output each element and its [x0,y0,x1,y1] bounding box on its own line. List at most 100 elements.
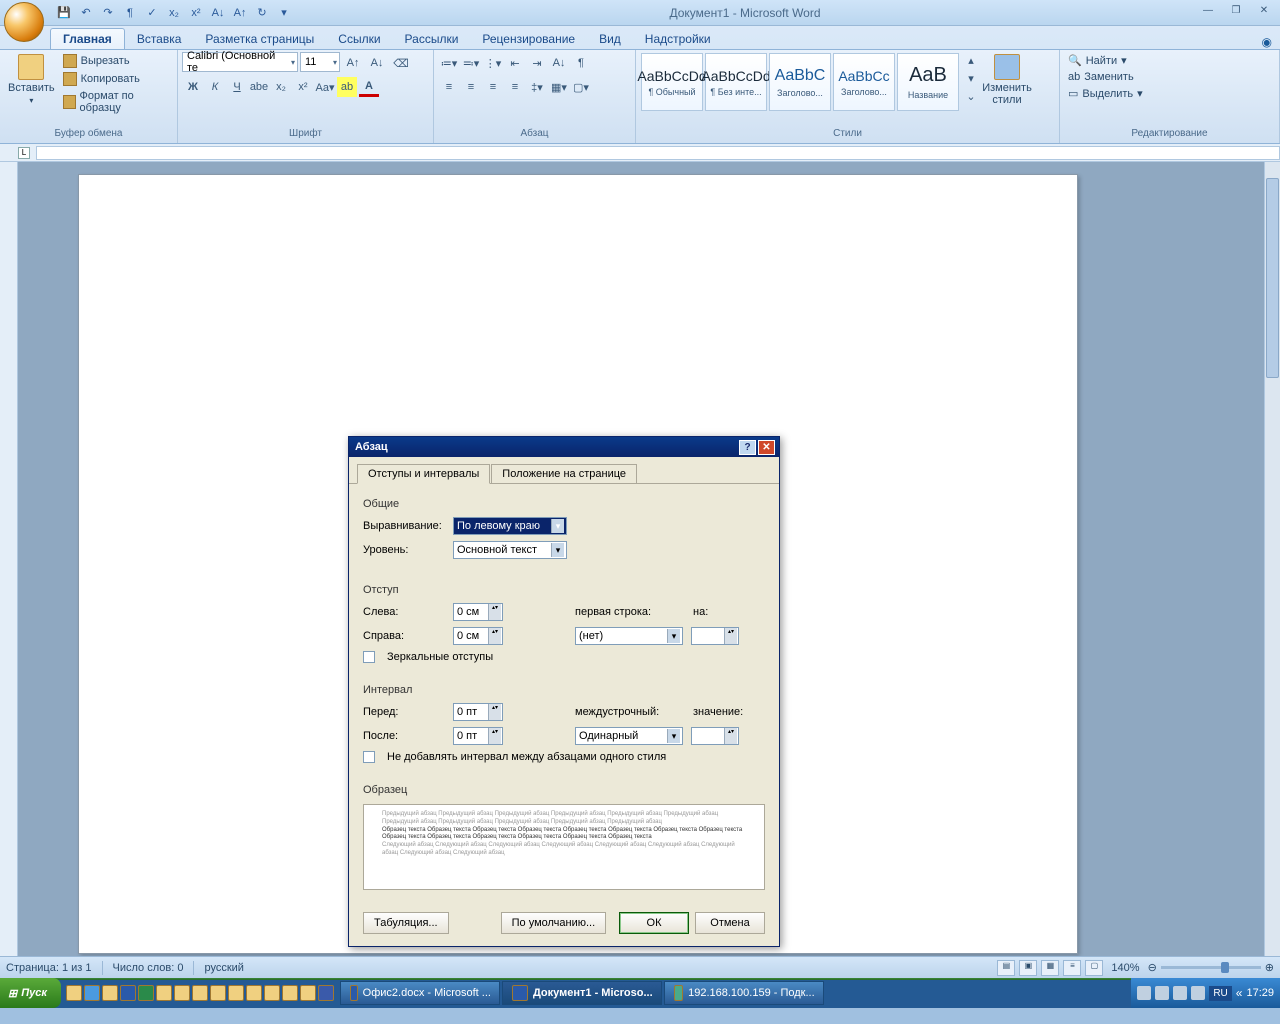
language-indicator[interactable]: RU [1209,986,1231,1001]
find-button[interactable]: 🔍Найти ▾ [1064,52,1131,69]
strike-button[interactable]: abe [249,77,269,97]
tab-view[interactable]: Вид [587,29,633,49]
style-nospacing[interactable]: AaBbCcDd¶ Без инте... [705,53,767,111]
show-marks-icon[interactable]: ¶ [571,53,591,73]
tab-addins[interactable]: Надстройки [633,29,723,49]
view-fullscreen-icon[interactable]: ▣ [1019,960,1037,976]
qat-customize-icon[interactable]: ▾ [274,3,294,23]
horizontal-ruler[interactable] [36,146,1280,160]
firstline-by-input[interactable] [691,627,739,645]
style-heading2[interactable]: AaBbCcЗаголово... [833,53,895,111]
copy-button[interactable]: Копировать [59,70,173,88]
clear-format-icon[interactable]: ⌫ [391,53,411,73]
tray-icon-1[interactable] [1137,986,1151,1000]
tab-mailings[interactable]: Рассылки [393,29,471,49]
indent-left-input[interactable]: 0 см [453,603,503,621]
ql-excel-icon[interactable] [138,985,154,1001]
ql-app7-icon[interactable] [264,985,280,1001]
shading-icon[interactable]: ▦▾ [549,77,569,97]
qat-shrink-font-icon[interactable]: A↓ [208,3,228,23]
dialog-close-button[interactable]: ✕ [758,440,775,455]
multilevel-icon[interactable]: ⋮▾ [483,53,503,73]
status-language[interactable]: русский [204,962,243,974]
linespacing-at-input[interactable] [691,727,739,745]
qat-subscript-icon[interactable]: x₂ [164,3,184,23]
task-document1[interactable]: Документ1 - Microso... [502,981,662,1005]
ql-word-icon[interactable] [120,985,136,1001]
task-office2[interactable]: Офис2.docx - Microsoft ... [340,981,500,1005]
mirror-indents-checkbox[interactable] [363,651,375,663]
indent-right-input[interactable]: 0 см [453,627,503,645]
outline-level-combo[interactable]: Основной текст [453,541,567,559]
dialog-tab-indents[interactable]: Отступы и интервалы [357,464,490,484]
tab-home[interactable]: Главная [50,28,125,49]
tab-references[interactable]: Ссылки [326,29,392,49]
line-spacing-icon[interactable]: ‡▾ [527,77,547,97]
align-left-icon[interactable]: ≡ [439,77,459,97]
ql-app5-icon[interactable] [228,985,244,1001]
highlight-button[interactable]: ab [337,77,357,97]
status-wordcount[interactable]: Число слов: 0 [113,962,184,974]
align-justify-icon[interactable]: ≡ [505,77,525,97]
zoom-in-button[interactable]: ⊕ [1265,961,1274,974]
ql-app1-icon[interactable] [156,985,172,1001]
zoom-slider[interactable] [1161,966,1261,969]
task-rdp[interactable]: 192.168.100.159 - Подк... [664,981,824,1005]
format-painter-button[interactable]: Формат по образцу [59,88,173,116]
linespacing-combo[interactable]: Одинарный [575,727,683,745]
indent-dec-icon[interactable]: ⇤ [505,53,525,73]
indent-inc-icon[interactable]: ⇥ [527,53,547,73]
qat-undo-icon[interactable]: ↶ [76,3,96,23]
qat-refresh-icon[interactable]: ↻ [252,3,272,23]
ql-app3-icon[interactable] [192,985,208,1001]
font-family-combo[interactable]: Calibri (Основной те [182,52,298,72]
numbering-icon[interactable]: ≕▾ [461,53,481,73]
grow-font-icon[interactable]: A↑ [343,53,363,73]
paste-dropdown-icon[interactable]: ▾ [29,96,33,105]
zoom-level[interactable]: 140% [1111,962,1139,974]
style-title[interactable]: AaBНазвание [897,53,959,111]
qat-pilcrow-icon[interactable]: ¶ [120,3,140,23]
qat-grow-font-icon[interactable]: A↑ [230,3,250,23]
cut-button[interactable]: Вырезать [59,52,173,70]
align-right-icon[interactable]: ≡ [483,77,503,97]
borders-icon[interactable]: ▢▾ [571,77,591,97]
status-page[interactable]: Страница: 1 из 1 [6,962,92,974]
view-draft-icon[interactable]: ▢ [1085,960,1103,976]
vertical-ruler[interactable] [0,162,18,956]
ok-button[interactable]: ОК [619,912,689,934]
ql-save-icon[interactable] [318,985,334,1001]
shrink-font-icon[interactable]: A↓ [367,53,387,73]
help-icon[interactable]: ◉ [1262,35,1272,49]
change-styles-button[interactable]: Изменить стили [974,52,1040,108]
qat-save-icon[interactable]: 💾 [54,3,74,23]
default-button[interactable]: По умолчанию... [501,912,607,934]
ql-app6-icon[interactable] [246,985,262,1001]
align-center-icon[interactable]: ≡ [461,77,481,97]
ql-app9-icon[interactable] [300,985,316,1001]
tab-selector[interactable]: L [18,147,30,159]
tab-review[interactable]: Рецензирование [470,29,587,49]
qat-redo-icon[interactable]: ↷ [98,3,118,23]
tray-icon-3[interactable] [1173,986,1187,1000]
style-normal[interactable]: AaBbCcDd¶ Обычный [641,53,703,111]
view-web-icon[interactable]: ▦ [1041,960,1059,976]
tray-icon-2[interactable] [1155,986,1169,1000]
restore-button[interactable]: ❐ [1224,5,1248,21]
alignment-combo[interactable]: По левому краю [453,517,567,535]
select-button[interactable]: ▭Выделить ▾ [1064,85,1147,102]
minimize-button[interactable]: — [1196,5,1220,21]
paste-button[interactable]: Вставить ▾ [4,52,59,107]
close-button[interactable]: ✕ [1252,5,1276,21]
subscript-button[interactable]: x₂ [271,77,291,97]
tabs-button[interactable]: Табуляция... [363,912,449,934]
firstline-combo[interactable]: (нет) [575,627,683,645]
qat-superscript-icon[interactable]: x² [186,3,206,23]
ql-app4-icon[interactable] [210,985,226,1001]
sort-icon[interactable]: A↓ [549,53,569,73]
vertical-scrollbar[interactable] [1264,162,1280,956]
style-heading1[interactable]: AaBbCЗаголово... [769,53,831,111]
dialog-titlebar[interactable]: Абзац ? ✕ [349,437,779,457]
bullets-icon[interactable]: ≔▾ [439,53,459,73]
bold-button[interactable]: Ж [183,77,203,97]
